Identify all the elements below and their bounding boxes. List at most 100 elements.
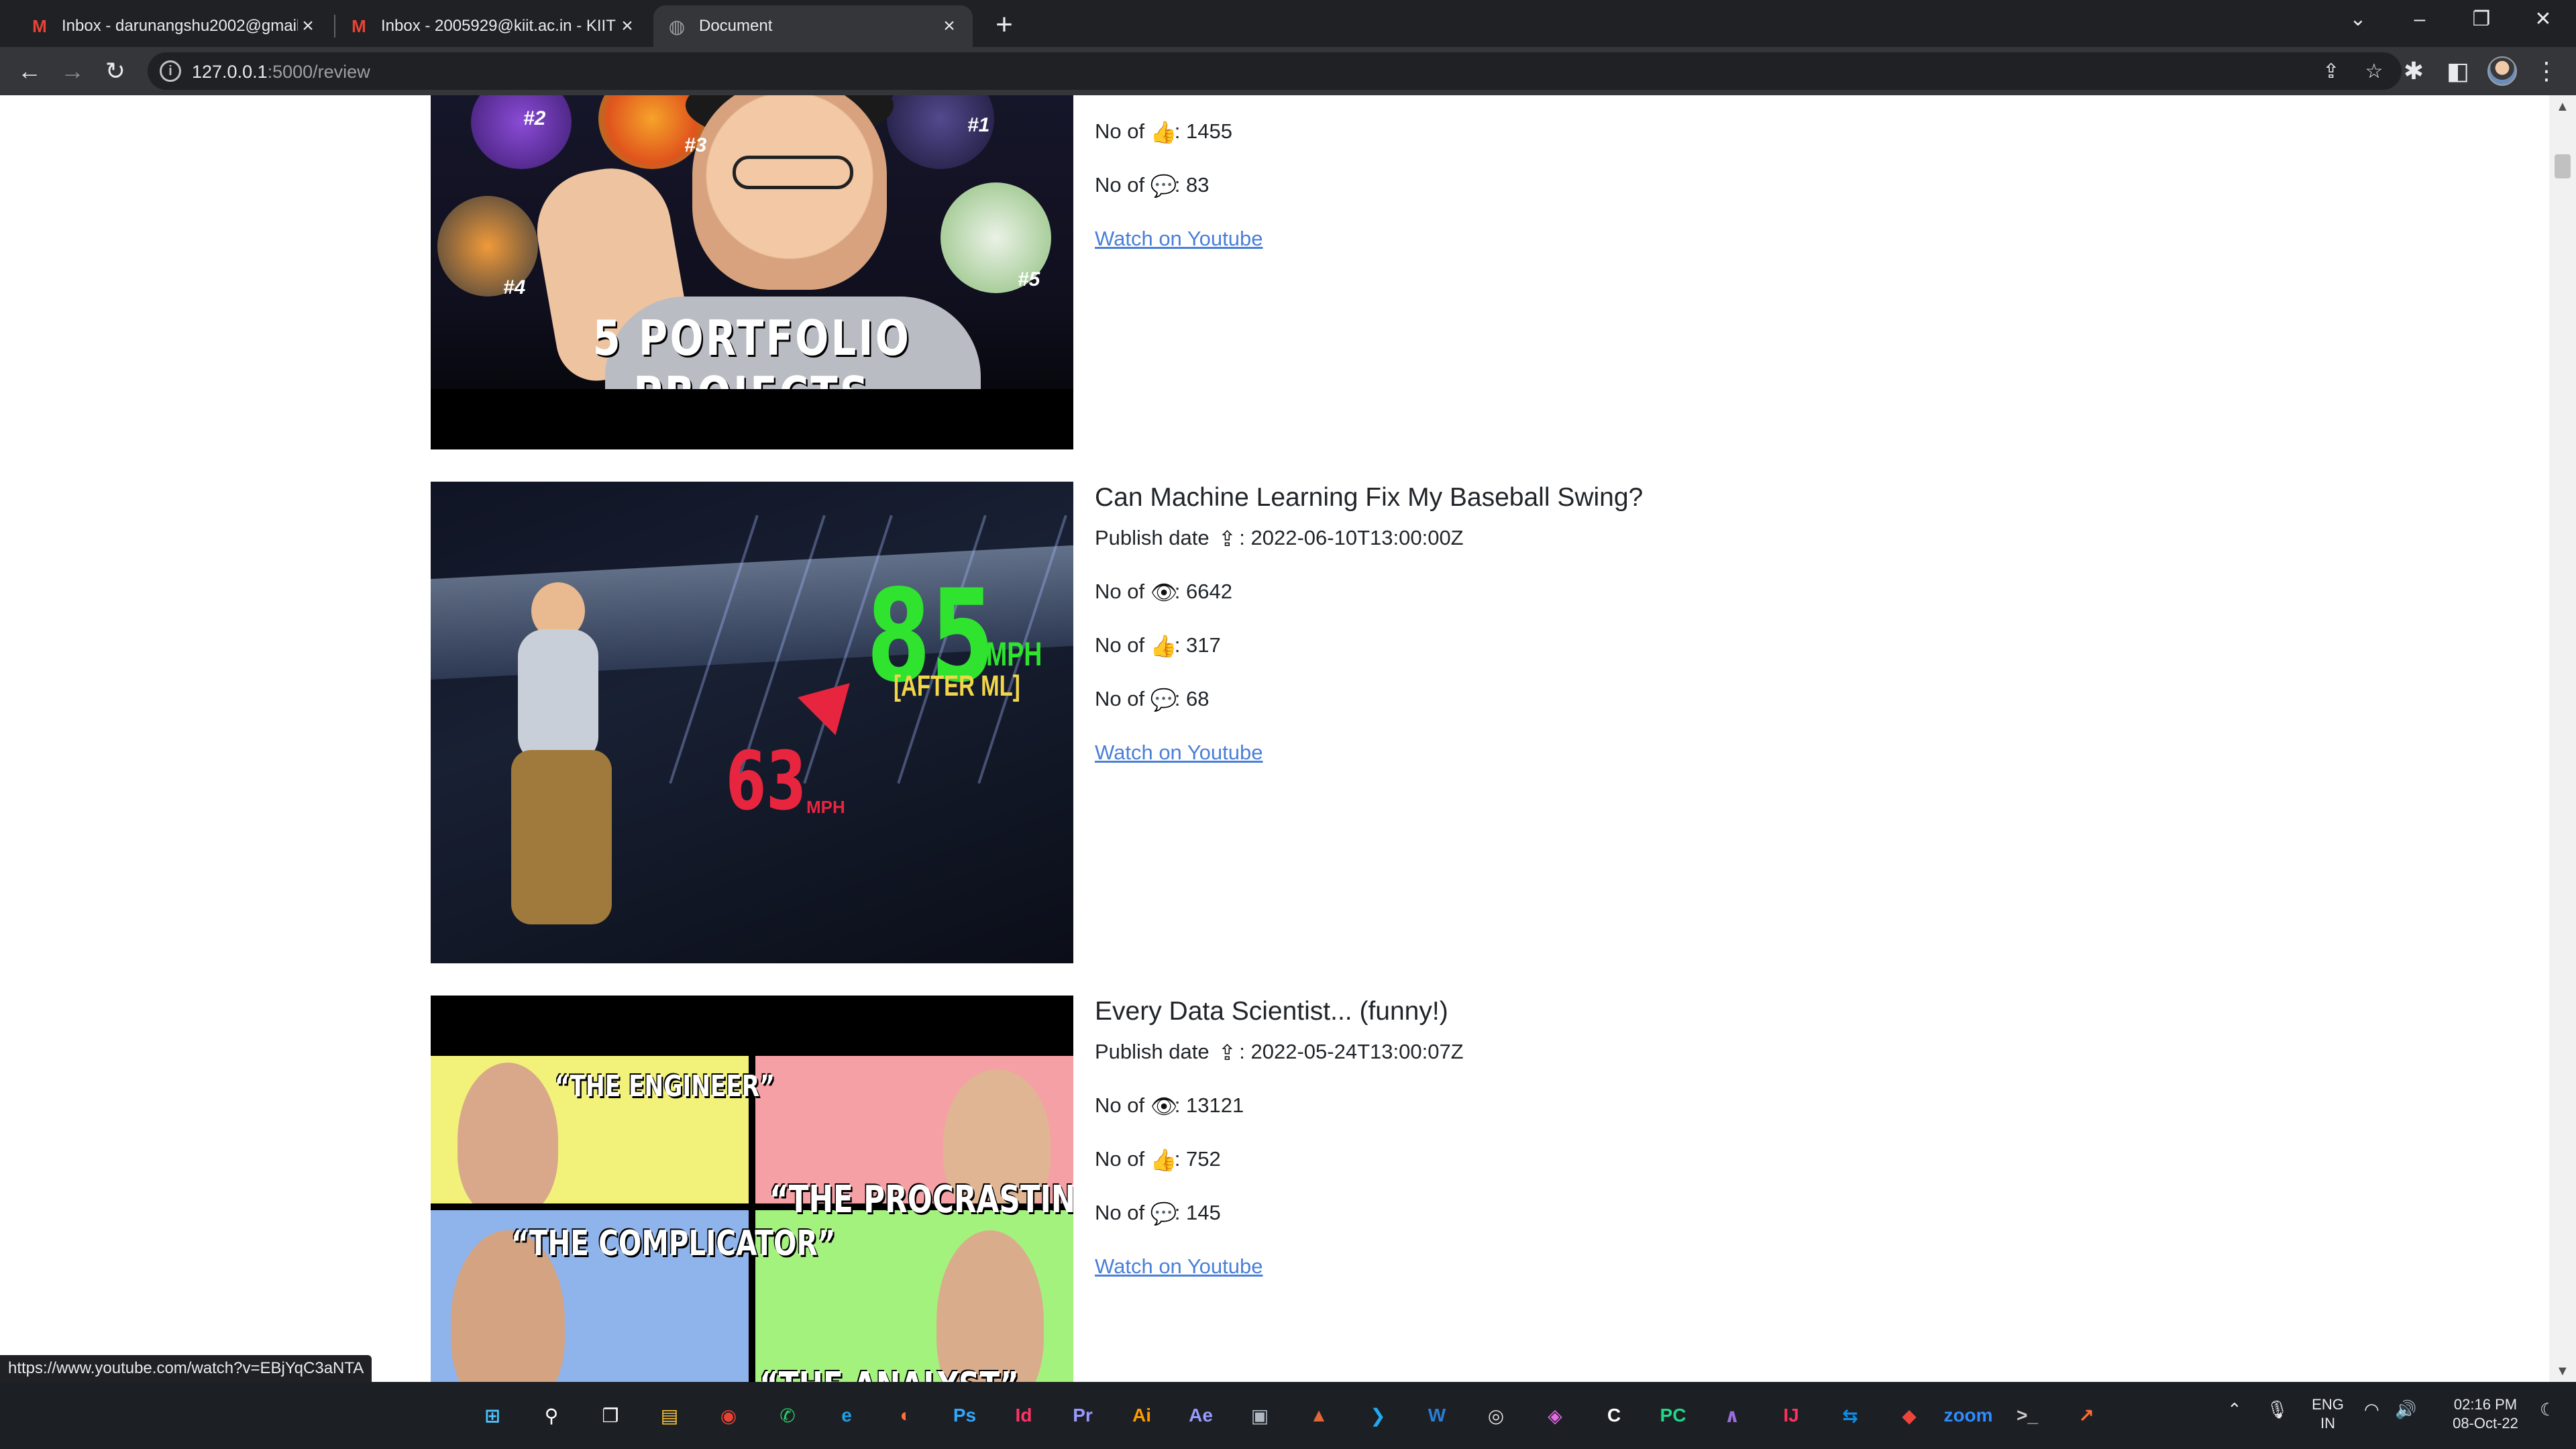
- tab-search-button[interactable]: ⌄: [2328, 0, 2388, 40]
- task-view-icon[interactable]: ❐: [590, 1395, 631, 1436]
- close-icon[interactable]: ×: [939, 15, 959, 38]
- site-info-icon[interactable]: i: [160, 60, 181, 82]
- browser-toolbar: ← → ↻ i 127.0.0.1:5000/review ⇪ ☆ ✱ ◧ ⋮: [0, 47, 2576, 95]
- thumbnail-after-ml: [AFTER ML]: [894, 669, 1020, 702]
- pycharm-icon[interactable]: PC: [1653, 1395, 1693, 1436]
- page-scrollbar[interactable]: ▲ ▼: [2549, 95, 2576, 1382]
- photoshop-icon[interactable]: Ps: [945, 1395, 985, 1436]
- thumbnail-big-unit: MPH: [986, 635, 1042, 673]
- thumbnail-face: [692, 95, 887, 290]
- scroll-down-arrow-icon[interactable]: ▼: [2556, 1364, 2569, 1379]
- close-icon[interactable]: ×: [617, 15, 637, 38]
- new-tab-button[interactable]: +: [987, 9, 1021, 43]
- no-of-label: No of: [1095, 580, 1145, 603]
- tab-gmail-1[interactable]: M Inbox - darunangshu2002@gmail ×: [16, 5, 331, 47]
- github-desktop-icon[interactable]: ◎: [1476, 1395, 1516, 1436]
- thumbnail-person: [936, 1230, 1044, 1382]
- notifications-icon[interactable]: ☾: [2540, 1399, 2555, 1420]
- visual-studio-icon[interactable]: ∧: [1712, 1395, 1752, 1436]
- terminal-icon[interactable]: >_: [2007, 1395, 2047, 1436]
- reload-button[interactable]: ↻: [98, 54, 133, 89]
- forward-button[interactable]: →: [55, 54, 90, 89]
- thumbnail-letterbox: [431, 389, 1073, 449]
- likes-count: 1455: [1185, 119, 1232, 143]
- profile-avatar[interactable]: [2487, 56, 2517, 86]
- camera-icon[interactable]: ▣: [1240, 1395, 1280, 1436]
- restore-button[interactable]: ❐: [2451, 0, 2512, 40]
- premiere-icon[interactable]: Pr: [1063, 1395, 1103, 1436]
- video-thumbnail[interactable]: #2 #3 #1 #4 #5 5 PORTFOLIO PROJECTS: [431, 95, 1073, 449]
- start-icon[interactable]: ⊞: [472, 1395, 513, 1436]
- watch-on-youtube-link[interactable]: Watch on Youtube: [1095, 741, 1263, 765]
- anydesk-icon[interactable]: ◆: [1889, 1395, 1929, 1436]
- bookmark-star-icon[interactable]: ☆: [2361, 59, 2387, 85]
- close-icon[interactable]: ×: [298, 15, 318, 38]
- comments-count: 68: [1185, 687, 1210, 710]
- menu-icon[interactable]: ⋮: [2529, 54, 2564, 89]
- no-of-label: No of: [1095, 1093, 1145, 1117]
- windows-taskbar: ⊞ ⚲ ❐ ▤ ◉ ✆ e ◐ Ps Id Pr Ai Ae ▣ ▲ ❯ W ◎ ◈ C PC ∧ IJ ⇆ ◆ zoom >_ ↗ …: [0, 1382, 2576, 1449]
- views-row: No of 👁: 6642: [1095, 580, 1232, 605]
- close-window-button[interactable]: ✕: [2513, 0, 2573, 40]
- wifi-icon[interactable]: ◠: [2364, 1399, 2379, 1420]
- word-icon[interactable]: W: [1417, 1395, 1457, 1436]
- tab-gmail-2[interactable]: M Inbox - 2005929@kiit.ac.in - KIIT ×: [335, 5, 651, 47]
- no-of-label: No of: [1095, 1201, 1145, 1224]
- clock[interactable]: 02:16 PM 08-Oct-22: [2435, 1395, 2536, 1433]
- scroll-up-arrow-icon[interactable]: ▲: [2556, 99, 2569, 115]
- minimize-button[interactable]: –: [2390, 0, 2450, 40]
- video-thumbnail[interactable]: “THE ENGINEER” “THE PROCRASTINATOR” “THE…: [431, 996, 1073, 1382]
- indesign-icon[interactable]: Id: [1004, 1395, 1044, 1436]
- tab-title: Document: [699, 17, 773, 35]
- back-button[interactable]: ←: [12, 54, 47, 89]
- chevron-up-icon[interactable]: ⌃: [2227, 1399, 2242, 1420]
- teamviewer-icon[interactable]: ⇆: [1830, 1395, 1870, 1436]
- scrollbar-thumb[interactable]: [2555, 154, 2571, 178]
- firefox-icon[interactable]: ◐: [885, 1395, 926, 1436]
- microphone-icon[interactable]: 🎙: [2266, 1399, 2288, 1420]
- thumbnail-label-complicator: “THE COMPLICATOR”: [511, 1224, 836, 1264]
- views-count: 6642: [1185, 580, 1232, 603]
- comments-count: 145: [1185, 1201, 1221, 1224]
- volume-icon[interactable]: 🔊: [2395, 1399, 2416, 1420]
- after-effects-icon[interactable]: Ae: [1181, 1395, 1221, 1436]
- video-thumbnail[interactable]: 85 MPH [AFTER ML] 63 MPH: [431, 482, 1073, 963]
- comment-icon: 💬: [1150, 688, 1177, 712]
- vscode-icon[interactable]: ❯: [1358, 1395, 1398, 1436]
- watch-on-youtube-link[interactable]: Watch on Youtube: [1095, 1254, 1263, 1279]
- separator: :: [1174, 580, 1181, 603]
- side-panel-icon[interactable]: ◧: [2440, 54, 2475, 89]
- thumbnail-small-unit: MPH: [806, 797, 845, 817]
- share-icon[interactable]: ⇪: [2318, 59, 2344, 85]
- no-of-label: No of: [1095, 633, 1145, 657]
- separator: :: [1174, 119, 1181, 143]
- file-explorer-icon[interactable]: ▤: [649, 1395, 690, 1436]
- likes-count: 317: [1185, 633, 1221, 657]
- zoom-icon[interactable]: zoom: [1943, 1395, 1992, 1436]
- url-path: :5000/review: [267, 62, 370, 82]
- postman-icon[interactable]: ↗: [2066, 1395, 2106, 1436]
- thumbs-up-icon: 👍: [1150, 120, 1177, 144]
- chrome-icon[interactable]: ◉: [708, 1395, 749, 1436]
- thumbnail-small-speed: 63: [726, 735, 807, 828]
- whatsapp-icon[interactable]: ✆: [767, 1395, 808, 1436]
- search-icon[interactable]: ⚲: [531, 1395, 572, 1436]
- watch-on-youtube-link[interactable]: Watch on Youtube: [1095, 227, 1263, 251]
- paint-icon[interactable]: ◈: [1535, 1395, 1575, 1436]
- separator: :: [1174, 1147, 1181, 1171]
- edge-icon[interactable]: e: [826, 1395, 867, 1436]
- matlab-icon[interactable]: ▲: [1299, 1395, 1339, 1436]
- capcut-icon[interactable]: C: [1594, 1395, 1634, 1436]
- illustrator-icon[interactable]: Ai: [1122, 1395, 1162, 1436]
- likes-row: No of 👍: 317: [1095, 633, 1221, 659]
- language-indicator[interactable]: ENG IN: [2308, 1395, 2348, 1433]
- video-title: Can Machine Learning Fix My Baseball Swi…: [1095, 483, 1644, 512]
- extensions-icon[interactable]: ✱: [2396, 54, 2431, 89]
- intellij-icon[interactable]: IJ: [1771, 1395, 1811, 1436]
- tab-document[interactable]: ◍ Document ×: [653, 5, 973, 47]
- publish-date-value: 2022-06-10T13:00:00Z: [1250, 526, 1464, 549]
- thumbnail-badge: #5: [1018, 268, 1040, 290]
- comments-row: No of 💬: 83: [1095, 173, 1209, 199]
- address-bar[interactable]: i 127.0.0.1:5000/review ⇪ ☆: [148, 52, 2402, 90]
- eye-icon: 👁: [1150, 580, 1178, 604]
